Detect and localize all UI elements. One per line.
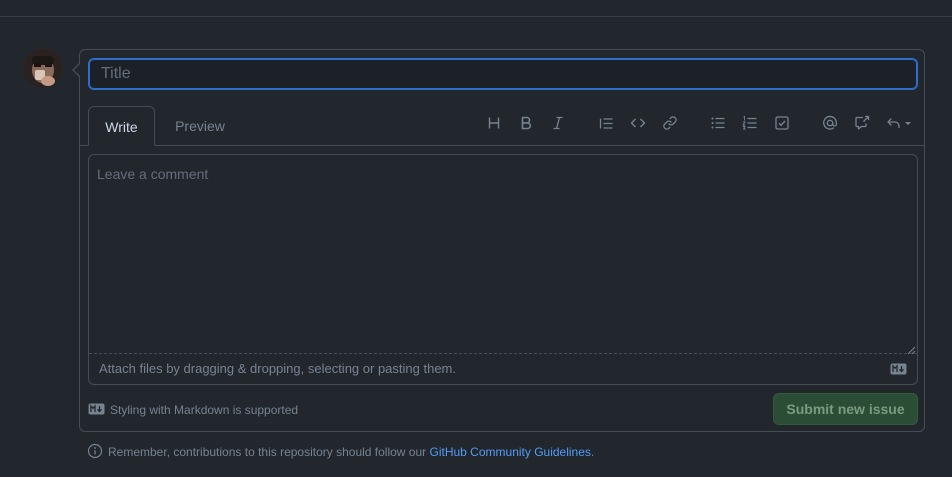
guidelines-suffix: . <box>590 445 595 459</box>
cross-reference-icon[interactable] <box>852 113 872 133</box>
markdown-icon <box>890 362 907 375</box>
link-icon[interactable] <box>660 113 680 133</box>
markdown-hint-icon <box>88 403 105 418</box>
italic-icon[interactable] <box>548 113 568 133</box>
markdown-hint-text: Styling with Markdown is supported <box>110 403 299 417</box>
community-guidelines-notice: Remember, contributions to this reposito… <box>87 443 594 461</box>
card-pointer-fill <box>74 63 81 77</box>
submit-new-issue-button[interactable]: Submit new issue <box>773 393 918 425</box>
task-list-icon[interactable] <box>772 113 792 133</box>
mention-icon[interactable] <box>820 113 840 133</box>
unordered-list-icon[interactable] <box>708 113 728 133</box>
resize-handle-icon[interactable] <box>906 342 916 355</box>
heading-icon[interactable] <box>484 113 504 133</box>
guidelines-prefix: Remember, contributions to this reposito… <box>108 445 430 459</box>
user-avatar[interactable] <box>23 48 63 88</box>
tab-preview[interactable]: Preview <box>163 106 237 146</box>
attach-divider <box>89 353 917 354</box>
info-icon <box>87 443 103 462</box>
ordered-list-icon[interactable] <box>740 113 760 133</box>
code-icon[interactable] <box>628 113 648 133</box>
issue-title-input[interactable] <box>88 58 918 90</box>
top-divider <box>0 16 952 17</box>
markdown-hint[interactable]: Styling with Markdown is supported <box>88 402 298 418</box>
bold-icon[interactable] <box>516 113 536 133</box>
quote-icon[interactable] <box>596 113 616 133</box>
reply-dropdown-icon[interactable] <box>886 113 916 133</box>
attach-files-text[interactable]: Attach files by dragging & dropping, sel… <box>99 361 456 376</box>
tab-write[interactable]: Write <box>88 106 155 146</box>
comment-textarea[interactable] <box>89 155 917 353</box>
community-guidelines-link[interactable]: GitHub Community Guidelines <box>430 445 591 459</box>
